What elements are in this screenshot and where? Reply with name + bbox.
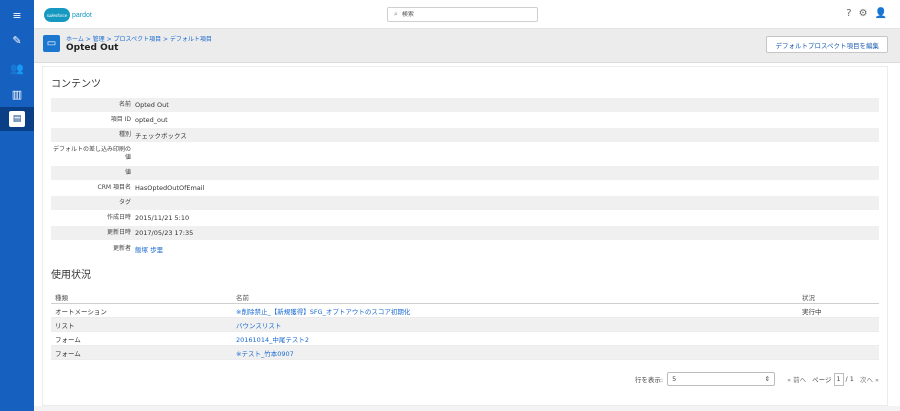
- usage-type: フォーム: [55, 335, 81, 344]
- page-header: ▭ ホーム > 管理 > プロスペクト項目 > デフォルト項目 Opted Ou…: [34, 29, 900, 63]
- usage-name-link[interactable]: ※テスト_竹本0907: [236, 348, 802, 358]
- detail-label: CRM 項目名: [97, 184, 131, 191]
- detail-label: 値: [124, 169, 131, 176]
- content-card: コンテンツ 名前 Opted Out 項目 ID opted_out 種別 チェ…: [42, 66, 888, 406]
- briefcase-icon: ▤: [9, 111, 25, 127]
- help-icon[interactable]: ?: [846, 8, 851, 20]
- detail-row-name: 名前 Opted Out: [51, 98, 879, 112]
- prev-page-link[interactable]: « 前へ: [787, 374, 806, 384]
- table-row: フォーム 20161014_中尾テスト2: [51, 332, 879, 346]
- search-input[interactable]: [401, 11, 522, 18]
- usage-type: リスト: [55, 321, 75, 330]
- next-page-link[interactable]: 次へ »: [860, 374, 879, 384]
- detail-label: 作成日時: [106, 214, 131, 221]
- prospects-icon[interactable]: 👥: [0, 56, 34, 80]
- column-header-name[interactable]: 名前: [236, 292, 802, 302]
- detail-label: デフォルトの差し込み印刷の値: [52, 146, 131, 161]
- pardot-logo[interactable]: salesforce pardot: [44, 8, 92, 22]
- detail-label: 更新日時: [106, 229, 131, 236]
- marketing-icon[interactable]: ✎: [0, 28, 34, 52]
- detail-row-type: 種別 チェックボックス: [51, 128, 879, 142]
- detail-row-value: 値: [51, 166, 879, 180]
- prospect-field-icon: ▭: [43, 35, 60, 52]
- detail-row-crm-field: CRM 項目名 HasOptedOutOfEmail: [51, 181, 879, 195]
- usage-table: 種類 名前 状況 オートメーション ※削除禁止_【新規獲得】SFG_オプトアウト…: [51, 291, 879, 360]
- usage-type: フォーム: [55, 349, 81, 358]
- reports-icon[interactable]: ▥: [0, 82, 34, 106]
- rows-per-page-select[interactable]: 5 ⇕: [667, 372, 776, 386]
- usage-status: 実行中: [802, 307, 822, 316]
- usage-name-link[interactable]: バウンスリスト: [236, 320, 802, 330]
- admin-icon[interactable]: ▤: [0, 107, 34, 131]
- pagination: 行を表示: 5 ⇕ « 前へ ページ 1 / 1 次へ »: [635, 372, 879, 386]
- left-sidebar: ≡ ✎ 👥 ▥ ▤: [0, 0, 34, 411]
- salesforce-cloud-logo: salesforce: [44, 8, 70, 22]
- detail-row-updated: 更新日時 2017/05/23 17:35: [51, 226, 879, 240]
- menu-icon[interactable]: ≡: [0, 3, 34, 27]
- detail-value: チェックボックス: [135, 132, 187, 140]
- usage-section-title: 使用状況: [51, 270, 91, 281]
- breadcrumb[interactable]: ホーム > 管理 > プロスペクト項目 > デフォルト項目: [66, 34, 212, 43]
- user-icon[interactable]: 👤: [875, 8, 887, 20]
- detail-label: 種別: [118, 131, 131, 138]
- page-label: ページ: [812, 376, 832, 384]
- rows-label: 行を表示:: [634, 376, 664, 384]
- detail-row-field-id: 項目 ID opted_out: [51, 113, 879, 127]
- column-header-type[interactable]: 種類: [51, 292, 236, 302]
- page-title: Opted Out: [66, 43, 119, 53]
- header-icons: ? ⚙ 👤: [846, 8, 887, 20]
- detail-row-updated-by: 更新者 飯塚 歩里: [51, 242, 879, 256]
- detail-value: 2017/05/23 17:35: [135, 229, 194, 237]
- detail-value: HasOptedOutOfEmail: [135, 184, 205, 192]
- column-header-status[interactable]: 状況: [802, 292, 879, 302]
- usage-name-link[interactable]: 20161014_中尾テスト2: [236, 334, 802, 344]
- edit-default-prospect-field-button[interactable]: デフォルトプロスペクト項目を編集: [766, 36, 888, 53]
- search-icon: ⌕: [394, 10, 398, 18]
- search-box[interactable]: ⌕: [387, 7, 538, 22]
- detail-row-default-mail-merge: デフォルトの差し込み印刷の値: [51, 143, 879, 165]
- detail-row-tags: タグ: [51, 196, 879, 210]
- contents-section-title: コンテンツ: [51, 79, 101, 90]
- top-header: salesforce pardot ⌕ ? ⚙ 👤: [34, 0, 900, 29]
- detail-row-created: 作成日時 2015/11/21 5:10: [51, 211, 879, 225]
- rows-value: 5: [672, 375, 677, 383]
- gear-icon[interactable]: ⚙: [859, 8, 868, 20]
- footer-strip: [34, 406, 900, 411]
- detail-label: 名前: [118, 101, 131, 108]
- select-arrows-icon: ⇕: [764, 375, 771, 383]
- detail-value: 2015/11/21 5:10: [135, 214, 190, 222]
- detail-value: opted_out: [135, 116, 168, 124]
- table-header: 種類 名前 状況: [51, 291, 879, 304]
- table-row: リスト バウンスリスト: [51, 318, 879, 332]
- page-total: / 1: [845, 375, 854, 383]
- detail-label: 項目 ID: [110, 116, 131, 123]
- usage-name-link[interactable]: ※削除禁止_【新規獲得】SFG_オプトアウトのスコア初期化: [236, 306, 802, 316]
- detail-label: タグ: [118, 199, 131, 206]
- page-number-input[interactable]: 1: [833, 372, 844, 386]
- detail-value: Opted Out: [135, 101, 169, 109]
- table-row: オートメーション ※削除禁止_【新規獲得】SFG_オプトアウトのスコア初期化 実…: [51, 304, 879, 318]
- table-row: フォーム ※テスト_竹本0907: [51, 346, 879, 360]
- detail-label: 更新者: [112, 245, 131, 252]
- updated-by-link[interactable]: 飯塚 歩里: [135, 244, 163, 254]
- logo-text: pardot: [72, 11, 92, 19]
- usage-type: オートメーション: [55, 307, 107, 316]
